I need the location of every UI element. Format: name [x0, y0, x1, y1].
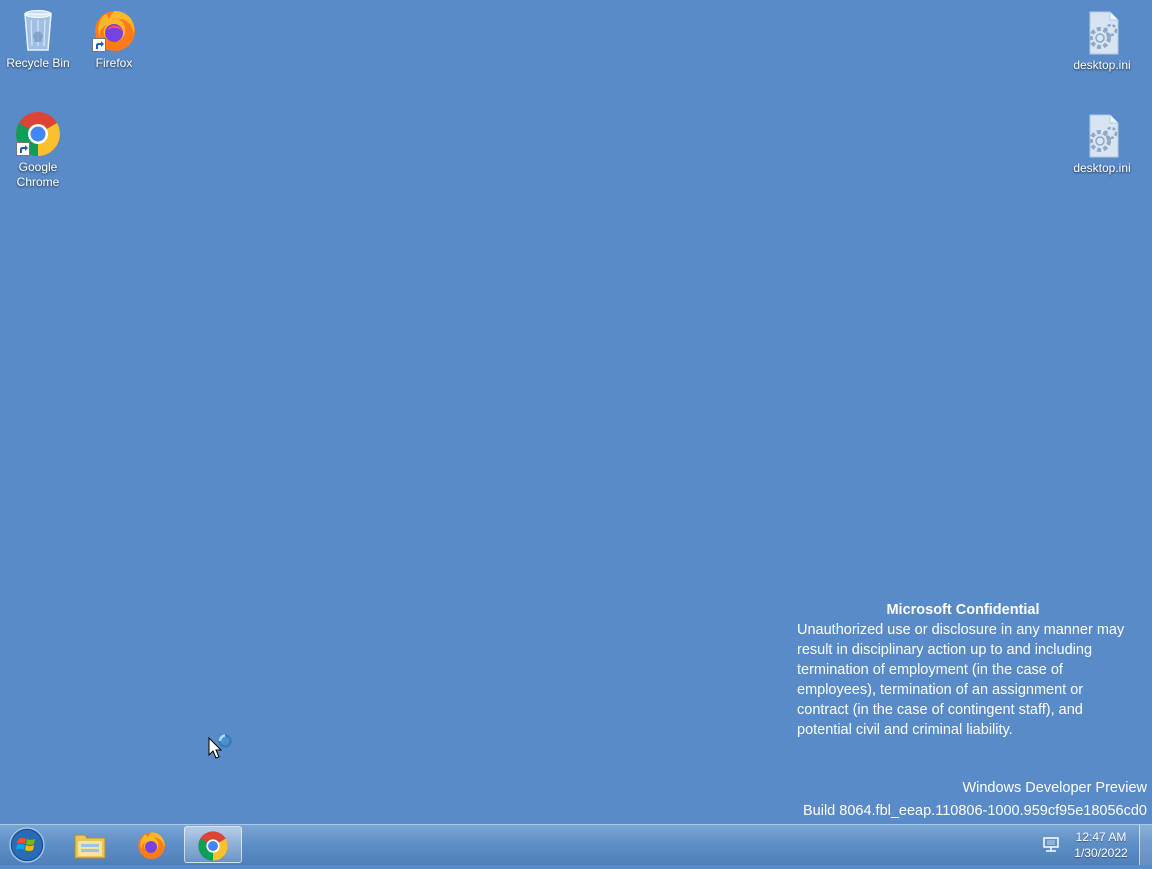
taskbar-button-firefox[interactable]: [123, 826, 179, 863]
confidential-body: Unauthorized use or disclosure in any ma…: [797, 622, 1125, 738]
desktop-icon-firefox[interactable]: Firefox: [77, 6, 151, 71]
desktop-icon-label: desktop.ini: [1073, 58, 1131, 72]
chrome-icon: [198, 831, 228, 861]
desktop-icon-label: Google Chrome: [16, 160, 60, 189]
settings-file-icon: [1078, 8, 1126, 56]
desktop-icon-recycle-bin[interactable]: Recycle Bin: [1, 6, 75, 71]
show-desktop-button[interactable]: [1139, 825, 1152, 865]
file-explorer-icon: [74, 834, 106, 859]
taskbar: 12:47 AM 1/30/2022: [0, 824, 1152, 865]
firefox-icon: [138, 832, 165, 859]
shortcut-arrow-icon: [16, 142, 30, 156]
desktop-icon-desktop-ini[interactable]: desktop.ini: [1065, 8, 1139, 73]
desktop-icon-label: desktop.ini: [1073, 161, 1131, 175]
firefox-icon: [90, 6, 138, 54]
clock-time: 12:47 AM: [1075, 830, 1127, 844]
product-name: Windows Developer Preview: [962, 780, 1147, 796]
settings-file-icon: [1078, 111, 1126, 159]
recycle-bin-icon: [14, 6, 62, 54]
taskbar-button-file-explorer[interactable]: [61, 826, 117, 863]
start-orb-icon: [9, 827, 45, 863]
busy-cursor-icon: [208, 733, 238, 761]
confidential-notice: Microsoft Confidential Unauthorized use …: [797, 600, 1137, 740]
desktop-icon-desktop-ini[interactable]: desktop.ini: [1065, 111, 1139, 176]
desktop-icon-label: Firefox: [95, 56, 133, 70]
start-button[interactable]: [4, 826, 50, 864]
desktop[interactable]: Recycle Bin Firefox Google Chrome deskto…: [0, 0, 1152, 824]
desktop-icon-label: Recycle Bin: [6, 56, 70, 70]
confidential-title: Microsoft Confidential: [886, 602, 1040, 618]
clock-date: 1/30/2022: [1074, 846, 1128, 860]
shortcut-arrow-icon: [92, 38, 106, 52]
desktop-icon-google-chrome[interactable]: Google Chrome: [1, 110, 75, 190]
taskbar-button-chrome[interactable]: [184, 826, 242, 863]
build-string: Build 8064.fbl_eeap.110806-1000.959cf95e…: [802, 803, 1147, 819]
system-clock[interactable]: 12:47 AM 1/30/2022: [1064, 829, 1138, 861]
chrome-icon: [14, 110, 62, 158]
network-icon[interactable]: [1042, 836, 1060, 854]
